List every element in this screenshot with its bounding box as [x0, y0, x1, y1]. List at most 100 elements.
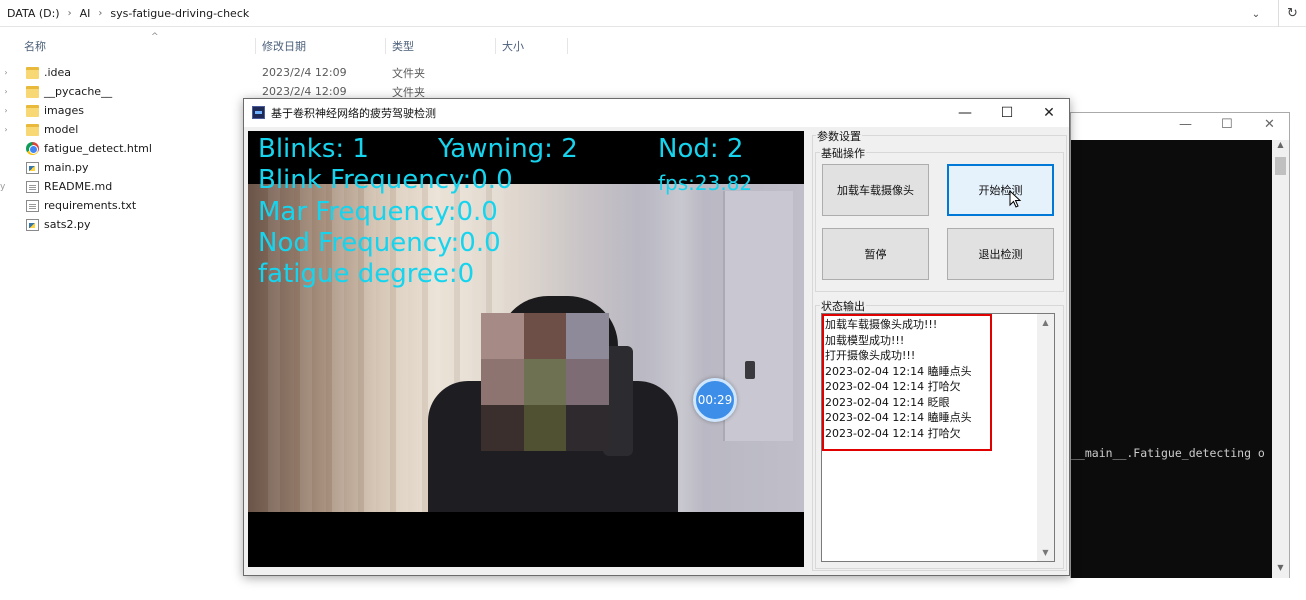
maximize-icon[interactable]: ☐: [1221, 117, 1233, 132]
control-panel: 参数设置 基础操作 加载车载摄像头 开始检测 暂停 退出检测 状态输出 加载车载…: [810, 127, 1069, 575]
minimize-icon: —: [958, 105, 972, 121]
close-icon: ✕: [1043, 105, 1055, 121]
column-header-size-label: 大小: [502, 40, 524, 53]
file-name: main.py: [44, 161, 89, 174]
maximize-icon: ☐: [1000, 105, 1014, 121]
folder-icon: [26, 123, 39, 136]
file-name: images: [44, 104, 84, 117]
scroll-up-icon[interactable]: ▲: [1037, 314, 1054, 331]
folder-icon: [26, 66, 39, 79]
console-output: __main__.Fatigue_detecting o: [1071, 140, 1274, 578]
scroll-up-icon[interactable]: ▲: [1272, 140, 1289, 155]
python-file-icon: [26, 161, 39, 174]
file-name: .idea: [44, 66, 72, 79]
mosaic-cell: [523, 405, 567, 451]
refresh-icon[interactable]: ↻: [1278, 0, 1306, 27]
scroll-down-icon[interactable]: ▼: [1272, 563, 1289, 578]
mosaic-cell: [566, 359, 609, 405]
console-titlebar[interactable]: — ☐ ✕: [1071, 113, 1289, 140]
start-detection-button[interactable]: 开始检测: [947, 164, 1054, 216]
column-header-type[interactable]: 类型: [386, 38, 496, 54]
nod-count: Nod: 2: [658, 134, 744, 164]
app-icon: [252, 106, 265, 119]
chevron-right-icon[interactable]: ›: [0, 87, 12, 96]
nod-frequency: Nod Frequency:0.0: [258, 228, 501, 258]
blink-frequency: Blink Frequency:0.0: [258, 165, 513, 195]
yawning-count: Yawning: 2: [438, 134, 578, 164]
text-file-icon: [26, 199, 39, 212]
file-name: sats2.py: [44, 218, 91, 231]
mosaic-cell: [523, 359, 567, 405]
face-mosaic: [481, 313, 609, 451]
file-type: 文件夹: [392, 66, 425, 80]
file-name: fatigue_detect.html: [44, 142, 152, 155]
mosaic-cell: [481, 313, 524, 359]
fatigue-detection-window: 基于卷积神经网络的疲劳驾驶检测 — ☐ ✕ Blinks: 1 Yawning:…: [243, 98, 1070, 576]
column-headers: 名称 ^ 修改日期 类型 大小: [0, 32, 580, 56]
breadcrumb-item-drive[interactable]: DATA (D:): [3, 7, 64, 20]
mosaic-cell: [566, 313, 609, 359]
column-header-size[interactable]: 大小: [496, 38, 568, 54]
minimize-icon[interactable]: —: [1179, 117, 1192, 132]
minimize-button[interactable]: —: [943, 99, 987, 127]
column-header-modified[interactable]: 修改日期: [256, 38, 386, 54]
column-header-name[interactable]: 名称 ^: [18, 32, 256, 54]
chevron-down-icon[interactable]: ⌄: [1246, 4, 1266, 24]
breadcrumb: DATA (D:) › AI › sys-fatigue-driving-che…: [0, 7, 253, 20]
file-name: README.md: [44, 180, 113, 193]
mosaic-cell: [481, 359, 524, 405]
chevron-right-icon[interactable]: ›: [0, 125, 12, 134]
chevron-right-icon[interactable]: ›: [0, 68, 12, 77]
maximize-button[interactable]: ☐: [985, 99, 1029, 127]
column-header-type-label: 类型: [392, 40, 414, 53]
breadcrumb-item-project[interactable]: sys-fatigue-driving-check: [106, 7, 253, 20]
console-scrollbar[interactable]: ▲ ▼: [1272, 140, 1289, 578]
breadcrumb-item-ai[interactable]: AI: [76, 7, 95, 20]
mar-frequency: Mar Frequency:0.0: [258, 197, 498, 227]
chrome-icon: [26, 142, 39, 155]
address-bar[interactable]: DATA (D:) › AI › sys-fatigue-driving-che…: [0, 0, 1306, 27]
load-camera-button[interactable]: 加载车载摄像头: [822, 164, 929, 216]
file-date: 2023/2/4 12:09: [262, 66, 347, 79]
file-name: requirements.txt: [44, 199, 137, 212]
window-titlebar[interactable]: 基于卷积神经网络的疲劳驾驶检测 — ☐ ✕: [244, 99, 1069, 127]
python-file-icon: [26, 218, 39, 231]
log-scrollbar[interactable]: ▲ ▼: [1037, 314, 1054, 561]
fatigue-degree: fatigue degree:0: [258, 259, 475, 289]
file-name: model: [44, 123, 79, 136]
text-file-icon: [26, 180, 39, 193]
mosaic-cell: [523, 313, 567, 359]
basic-ops-group-title: 基础操作: [820, 145, 866, 161]
console-window: — ☐ ✕ __main__.Fatigue_detecting o ▲ ▼: [1070, 112, 1290, 578]
close-button[interactable]: ✕: [1027, 99, 1071, 127]
pause-button[interactable]: 暂停: [822, 228, 929, 280]
params-group-title: 参数设置: [816, 128, 862, 144]
chevron-right-icon: ›: [98, 7, 103, 19]
sort-ascending-icon: ^: [151, 32, 159, 42]
close-icon[interactable]: ✕: [1264, 117, 1275, 132]
file-name: __pycache__: [44, 85, 113, 98]
folder-icon: [26, 85, 39, 98]
video-feed: Blinks: 1 Yawning: 2 Nod: 2 Blink Freque…: [248, 131, 804, 567]
scrollbar-thumb[interactable]: [1275, 157, 1286, 175]
file-row[interactable]: › .idea 2023/2/4 12:09 文件夹: [0, 63, 480, 82]
chevron-right-icon[interactable]: ›: [0, 106, 12, 115]
door-handle: [745, 361, 755, 379]
mosaic-cell: [566, 405, 609, 451]
exit-detection-button[interactable]: 退出检测: [947, 228, 1054, 280]
console-output-text: __main__.Fatigue_detecting o: [1071, 446, 1265, 460]
timer-label: 00:29: [697, 393, 733, 407]
mouse-cursor-icon: [1009, 190, 1022, 208]
status-group-title: 状态输出: [820, 298, 866, 314]
status-log[interactable]: 加载车载摄像头成功!!! 加载模型成功!!! 打开摄像头成功!!! 2023-0…: [821, 313, 1055, 562]
log-highlight-box: [822, 314, 992, 451]
scroll-down-icon[interactable]: ▼: [1037, 544, 1054, 561]
mosaic-cell: [481, 405, 524, 451]
column-header-name-label: 名称: [24, 40, 46, 53]
file-date: 2023/2/4 12:09: [262, 85, 347, 98]
recording-timer[interactable]: 00:29: [693, 378, 737, 422]
fps-readout: fps:23.82: [658, 171, 753, 195]
folder-icon: [26, 104, 39, 117]
column-header-modified-label: 修改日期: [262, 40, 306, 53]
blinks-count: Blinks: 1: [258, 134, 369, 164]
